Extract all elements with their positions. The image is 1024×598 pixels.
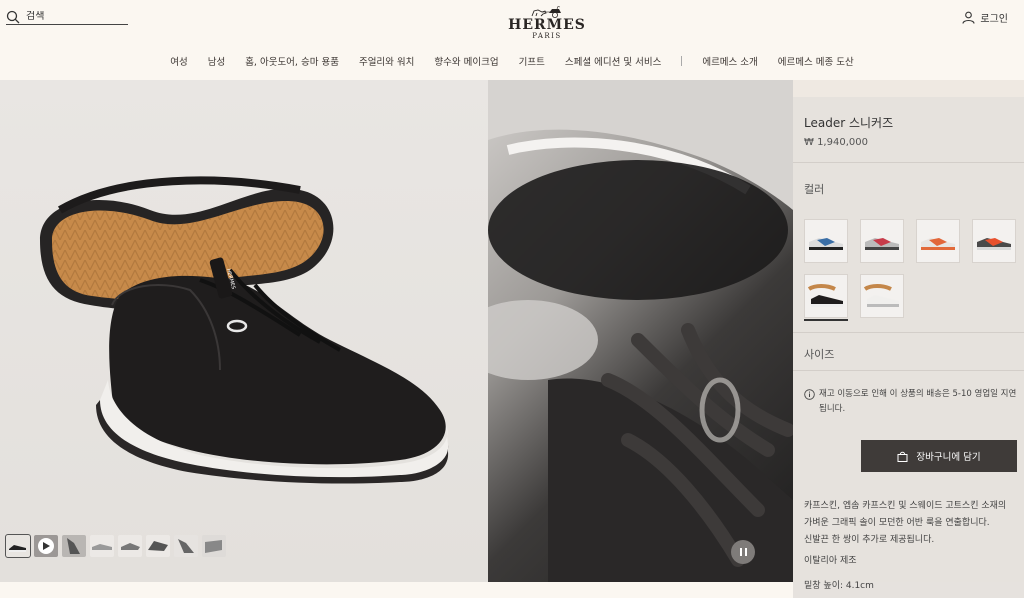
search-input[interactable] [26,11,122,22]
logo-wordmark: HERMES [508,17,586,33]
sneaker-illustration: HERMES [40,176,449,484]
description-line: 가벼운 그래픽 솔이 모던한 어반 룩을 연출합니다. [804,518,990,528]
nav-item-jewelry-watches[interactable]: 주얼리와 워치 [359,54,414,68]
thumbnail[interactable] [146,535,170,557]
color-swatch[interactable] [972,219,1016,263]
nav-item-men[interactable]: 남성 [208,54,225,68]
product-detail-image[interactable] [488,80,793,582]
login-label: 로그인 [980,14,1008,25]
color-swatch[interactable] [860,274,904,318]
color-swatch-selected[interactable] [804,274,848,321]
thumbnail-video[interactable] [34,535,58,557]
product-info-panel: Leader 스니커즈 ₩ 1,940,000 컬러 사이즈 재고 이동으로 인… [793,97,1024,598]
product-main-image[interactable]: HERMES [0,80,488,582]
search-icon [6,10,20,23]
sole-height-label: 밑창 높이: 4.1cm [804,581,874,591]
color-swatch[interactable] [860,219,904,263]
size-label[interactable]: 사이즈 [804,346,834,362]
color-label: 컬러 [804,183,825,196]
pause-icon [744,548,747,556]
shipping-notice: 재고 이동으로 인해 이 상품의 배송은 5-10 영업일 지연됩니다. [804,387,1019,417]
thumbnail-strip [5,534,226,558]
nav-item-about[interactable]: 에르메스 소개 [702,54,757,68]
sneaker-closeup-illustration [488,80,793,582]
color-swatch[interactable] [804,219,848,263]
logo-subtitle: PARIS [532,32,562,40]
nav-item-maison-dosan[interactable]: 에르메스 메종 도산 [778,54,854,68]
description-line: 카프스킨, 엡솜 카프스킨 및 스웨이드 고트스킨 소재의 [804,501,1007,511]
thumbnail[interactable] [90,535,114,557]
color-swatches [804,219,1019,321]
pause-icon [739,548,742,556]
thumbnail[interactable] [174,535,198,557]
play-icon [38,538,54,554]
thumbnail[interactable] [62,535,86,557]
color-swatch[interactable] [916,219,960,263]
login-link[interactable]: 로그인 [962,10,1008,25]
thumbnail[interactable] [118,535,142,557]
product-price: ₩ 1,940,000 [804,137,868,148]
site-header: HERMES PARIS 로그인 여성 남성 홈, 아웃도어, 승마 용품 주얼… [0,0,1024,80]
nav-item-women[interactable]: 여성 [170,54,187,68]
nav-item-fragrance-makeup[interactable]: 향수와 메이크업 [434,54,498,68]
hermes-logo[interactable]: HERMES PARIS [506,6,588,40]
product-name: Leader 스니커즈 [804,116,894,130]
nav-item-home-outdoor[interactable]: 홈, 아웃도어, 승마 용품 [245,54,339,68]
add-to-cart-label: 장바구니에 담기 [916,452,981,463]
main-nav: 여성 남성 홈, 아웃도어, 승마 용품 주얼리와 워치 향수와 메이크업 기프… [0,53,1024,69]
pause-button[interactable] [731,540,755,564]
description-line: 신발끈 한 쌍이 추가로 제공됩니다. [804,535,935,545]
made-in-label: 이탈리아 제조 [804,556,857,566]
info-icon [804,389,815,400]
product-description: 카프스킨, 엡솜 카프스킨 및 스웨이드 고트스킨 소재의 가벼운 그래픽 솔이… [804,498,1024,549]
user-icon [962,11,975,24]
shopping-bag-icon [897,451,908,462]
thumbnail[interactable] [202,535,226,557]
nav-divider [681,56,683,66]
nav-item-gifts[interactable]: 기프트 [519,54,545,68]
thumbnail[interactable] [5,534,31,558]
add-to-cart-button[interactable]: 장바구니에 담기 [861,440,1017,472]
nav-item-special-editions[interactable]: 스페셜 에디션 및 서비스 [565,54,661,68]
shipping-notice-text: 재고 이동으로 인해 이 상품의 배송은 5-10 영업일 지연됩니다. [819,389,1017,414]
search-bar[interactable] [6,9,128,25]
